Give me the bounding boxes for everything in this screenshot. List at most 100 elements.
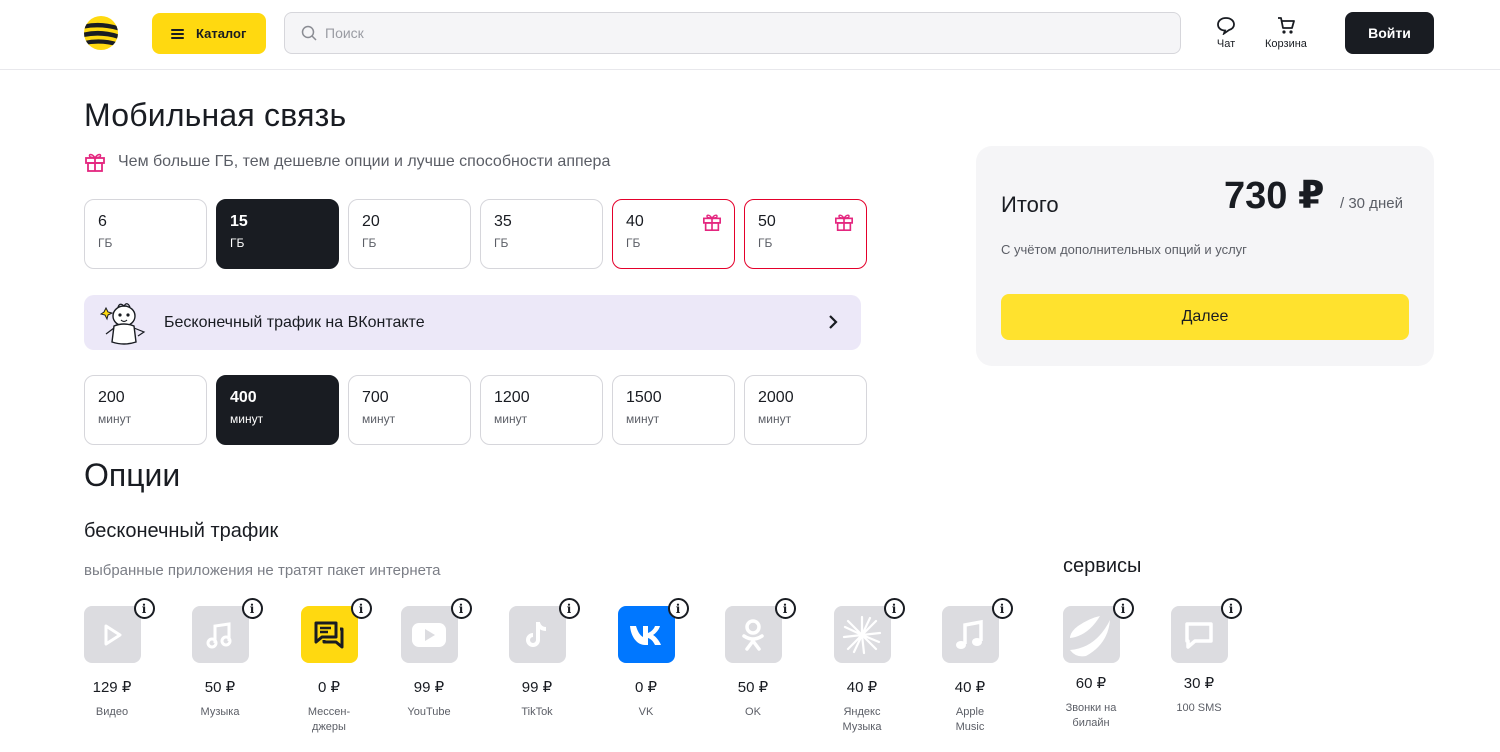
app-option-apple-music[interactable]: i 40 ₽ Apple Music bbox=[925, 598, 1015, 735]
catalog-label: Каталог bbox=[196, 26, 247, 41]
minutes-option-1500[interactable]: 1500 минут bbox=[612, 375, 735, 445]
video-play-icon bbox=[104, 624, 122, 645]
option-value: 1500 bbox=[626, 389, 662, 406]
app-price: 0 ₽ bbox=[634, 679, 658, 696]
info-icon[interactable]: i bbox=[558, 598, 580, 619]
app-tile: i bbox=[617, 598, 689, 663]
app-name: Музыка bbox=[200, 706, 240, 718]
app-option-music[interactable]: i 50 ₽ Музыка bbox=[175, 598, 265, 720]
tiktok-icon bbox=[526, 621, 547, 647]
info-icon[interactable]: i bbox=[241, 598, 263, 619]
option-value: 2000 bbox=[758, 389, 794, 406]
summary-note: С учётом дополнительных опций и услуг bbox=[1001, 242, 1247, 257]
info-icon[interactable]: i bbox=[667, 598, 689, 619]
next-button[interactable]: Далее bbox=[1001, 294, 1409, 340]
minutes-option-1200[interactable]: 1200 минут bbox=[480, 375, 603, 445]
app-option-vk[interactable]: i 0 ₽ VK bbox=[601, 598, 691, 720]
chat-link[interactable]: Чат bbox=[1216, 16, 1236, 50]
app-price: 129 ₽ bbox=[92, 679, 132, 696]
option-value: 35 bbox=[494, 213, 512, 230]
app-option-video[interactable]: i 129 ₽ Видео bbox=[67, 598, 157, 720]
gb-option-50[interactable]: 50 ГБ bbox=[744, 199, 867, 269]
service-name: Звонки на билайн bbox=[1065, 702, 1117, 729]
info-icon[interactable]: i bbox=[450, 598, 472, 619]
option-unit: минут bbox=[98, 412, 132, 426]
site-header: Каталог Чат Корзина Войти bbox=[0, 0, 1500, 70]
app-name: TikTok bbox=[521, 706, 553, 718]
gb-option-20[interactable]: 20 ГБ bbox=[348, 199, 471, 269]
app-price: 99 ₽ bbox=[521, 679, 553, 696]
beeline-logo[interactable] bbox=[84, 16, 118, 50]
info-icon[interactable]: i bbox=[1112, 598, 1134, 619]
app-option-ok[interactable]: i 50 ₽ OK bbox=[708, 598, 798, 720]
chat-icon bbox=[1217, 17, 1235, 35]
app-option-messengers[interactable]: i 0 ₽ Мессен- джеры bbox=[284, 598, 374, 735]
service-price: 30 ₽ bbox=[1183, 675, 1215, 692]
minutes-option-2000[interactable]: 2000 минут bbox=[744, 375, 867, 445]
search-icon bbox=[301, 25, 317, 41]
info-icon[interactable]: i bbox=[774, 598, 796, 619]
app-name: Видео bbox=[95, 706, 129, 718]
menu-icon bbox=[171, 28, 184, 39]
service-name: 100 SMS bbox=[1176, 702, 1222, 714]
sms-icon bbox=[1185, 621, 1213, 649]
music-note-icon bbox=[206, 621, 232, 648]
vk-traffic-banner[interactable]: Бесконечный трафик на ВКонтакте bbox=[84, 295, 861, 350]
minutes-option-400[interactable]: 400 минут bbox=[216, 375, 339, 445]
app-tile: i bbox=[724, 598, 796, 663]
gift-icon bbox=[85, 153, 105, 172]
messenger-icon bbox=[314, 621, 344, 648]
promo-text: Чем больше ГБ, тем дешевле опции и лучше… bbox=[118, 153, 611, 170]
gb-option-35[interactable]: 35 ГБ bbox=[480, 199, 603, 269]
app-price: 99 ₽ bbox=[413, 679, 445, 696]
minutes-option-200[interactable]: 200 минут bbox=[84, 375, 207, 445]
service-tile: i bbox=[1170, 598, 1242, 663]
info-icon[interactable]: i bbox=[991, 598, 1013, 619]
app-name: Яндекс Музыка bbox=[842, 706, 882, 733]
service-option-beeline-calls[interactable]: i 60 ₽ Звонки на билайн bbox=[1046, 598, 1136, 731]
option-unit: ГБ bbox=[758, 236, 773, 250]
option-unit: ГБ bbox=[626, 236, 641, 250]
vk-icon bbox=[630, 625, 661, 645]
app-option-youtube[interactable]: i 99 ₽ YouTube bbox=[384, 598, 474, 720]
summary-card: Итого 730 ₽ / 30 дней С учётом дополните… bbox=[976, 146, 1434, 366]
option-value: 20 bbox=[362, 213, 380, 230]
cart-link[interactable]: Корзина bbox=[1265, 16, 1307, 50]
app-price: 40 ₽ bbox=[954, 679, 986, 696]
gb-option-6[interactable]: 6 ГБ bbox=[84, 199, 207, 269]
options-heading: Опции bbox=[84, 457, 181, 493]
app-tile: i bbox=[400, 598, 472, 663]
gb-option-15[interactable]: 15 ГБ bbox=[216, 199, 339, 269]
search-input[interactable] bbox=[325, 25, 1125, 41]
option-unit: ГБ bbox=[494, 236, 509, 250]
catalog-button[interactable]: Каталог bbox=[152, 13, 266, 54]
info-icon[interactable]: i bbox=[133, 598, 155, 619]
info-icon[interactable]: i bbox=[350, 598, 372, 619]
login-button[interactable]: Войти bbox=[1345, 12, 1434, 54]
app-name: YouTube bbox=[407, 706, 451, 718]
option-value: 6 bbox=[98, 213, 107, 230]
service-option-sms[interactable]: i 30 ₽ 100 SMS bbox=[1154, 598, 1244, 716]
app-price: 0 ₽ bbox=[317, 679, 341, 696]
app-option-yandex-music[interactable]: i 40 ₽ Яндекс Музыка bbox=[817, 598, 907, 735]
service-price: 60 ₽ bbox=[1075, 675, 1107, 692]
option-value: 15 bbox=[230, 213, 248, 230]
app-name: Apple Music bbox=[955, 706, 985, 733]
app-option-tiktok[interactable]: i 99 ₽ TikTok bbox=[492, 598, 582, 720]
ok-icon bbox=[742, 618, 764, 651]
info-icon[interactable]: i bbox=[1220, 598, 1242, 619]
summary-period: / 30 дней bbox=[1340, 195, 1403, 212]
minutes-option-700[interactable]: 700 минут bbox=[348, 375, 471, 445]
search-box[interactable] bbox=[284, 12, 1181, 54]
gb-option-40[interactable]: 40 ГБ bbox=[612, 199, 735, 269]
beeline-calls-icon bbox=[1070, 615, 1110, 656]
info-icon[interactable]: i bbox=[883, 598, 905, 619]
banner-text: Бесконечный трафик на ВКонтакте bbox=[164, 313, 425, 331]
youtube-icon bbox=[412, 622, 446, 647]
gb-options: 6 ГБ 15 ГБ 20 ГБ 35 ГБ 40 ГБ 50 ГБ bbox=[84, 199, 867, 269]
app-price: 50 ₽ bbox=[204, 679, 236, 696]
option-unit: минут bbox=[626, 412, 660, 426]
promo-line: Чем больше ГБ, тем дешевле опции и лучше… bbox=[84, 151, 610, 173]
mascot-illustration bbox=[100, 302, 146, 345]
option-unit: ГБ bbox=[98, 236, 113, 250]
